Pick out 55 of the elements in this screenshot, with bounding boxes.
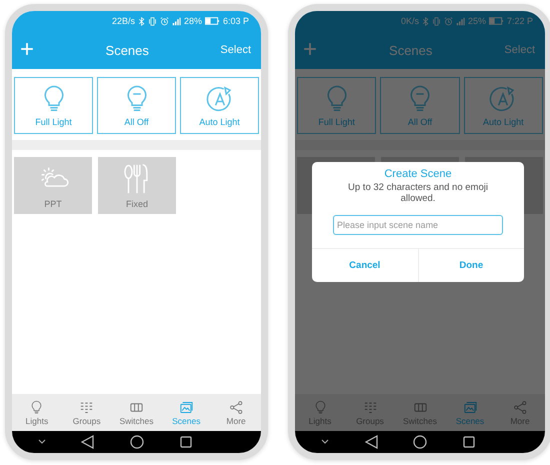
scene-name-field[interactable]: Please input scene name [333,215,503,235]
add-button[interactable]: + [303,38,318,62]
select-button[interactable]: Select [220,44,251,56]
recents-icon[interactable] [463,436,476,448]
signal-icon [456,16,465,26]
chevron-down-icon[interactable] [320,439,329,445]
back-icon[interactable] [364,435,378,449]
home-icon[interactable] [130,435,144,449]
back-icon[interactable] [81,435,94,449]
screen-title: Scenes [389,42,432,58]
preset-scene-tile[interactable]: Auto Light [464,77,543,134]
battery-icon [488,17,504,25]
vibrate-icon [432,16,441,26]
dialog-button[interactable]: Cancel [312,249,418,282]
home-icon[interactable] [413,435,428,449]
bluetooth-icon [138,16,145,26]
nav-tab[interactable]: Lights [12,394,62,431]
battery-icon [204,17,220,25]
add-button[interactable]: + [20,38,34,62]
signal-icon [172,16,181,26]
alarm-icon [444,16,453,26]
vibrate-icon [148,16,157,26]
network-speed: 0K/s [400,16,419,26]
grid-icon [362,400,378,414]
preset-scene-tile[interactable]: Auto Light [180,77,259,134]
preset-scene-tile[interactable]: All Off [380,77,460,134]
picture-icon [462,400,478,414]
grid-icon [79,400,94,414]
nav-tab[interactable]: More [211,394,261,431]
share-icon [512,400,528,414]
battery-percent: 25% [468,16,486,26]
clock-time: 6:03 P [222,16,249,26]
nav-tab[interactable]: Scenes [445,394,495,431]
share-icon [228,400,244,414]
nav-tab[interactable]: Groups [62,394,112,431]
select-button[interactable]: Select [504,44,535,56]
network-speed: 22B/s [112,16,135,26]
alarm-icon [160,16,169,26]
scene-tile[interactable]: PPT [14,157,92,214]
recents-icon[interactable] [180,436,192,448]
chevron-down-icon[interactable] [38,439,46,445]
dialog-title: Create Scene [384,168,452,180]
bluetooth-icon [422,16,429,26]
preset-scene-tile[interactable]: Full Light [297,77,376,134]
battery-percent: 28% [184,16,202,26]
preset-scene-tile[interactable]: Full Light [14,77,93,134]
picture-icon [178,400,194,414]
preset-scene-tile[interactable]: All Off [97,77,176,134]
clock-time: 7:22 P [506,16,533,26]
scene-tile[interactable]: Fixed [98,157,176,214]
nav-tab[interactable]: Switches [112,394,162,431]
dialog-message: Up to 32 characters and no emoji allowed. [347,182,489,204]
dialog-button[interactable]: Done [418,249,524,282]
nav-tab[interactable]: Scenes [161,394,212,431]
screen-title: Scenes [106,42,149,58]
